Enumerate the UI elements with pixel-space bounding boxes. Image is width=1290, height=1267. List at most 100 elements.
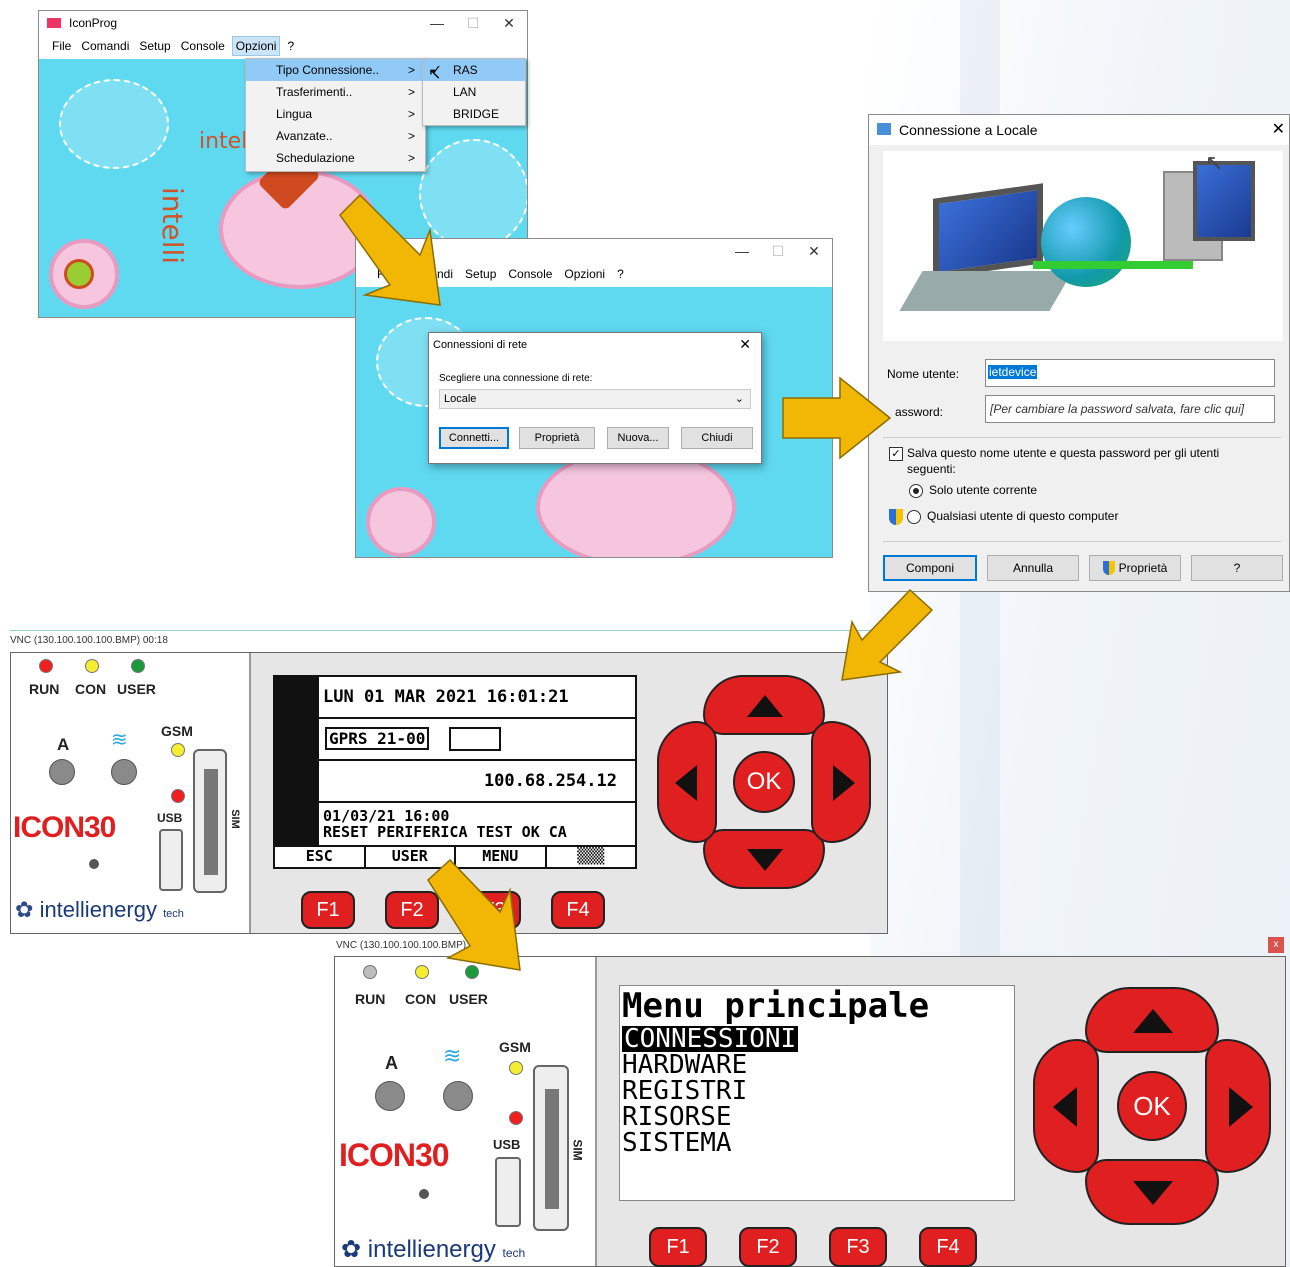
dial-button[interactable]: Componi xyxy=(883,555,977,581)
f4-button[interactable]: F4 xyxy=(919,1227,977,1267)
maximize-button[interactable]: ☐ xyxy=(760,243,796,260)
vnc-close-button[interactable]: x xyxy=(1268,937,1284,953)
menu-console[interactable]: Console xyxy=(505,265,555,283)
close-button[interactable]: ✕ xyxy=(491,15,527,32)
minimize-button[interactable]: — xyxy=(724,243,760,259)
f4-button[interactable]: F4 xyxy=(551,891,605,929)
chevron-right-icon: > xyxy=(407,129,415,143)
softkey-menu[interactable]: MENU xyxy=(456,847,547,867)
softkey-user[interactable]: USER xyxy=(366,847,456,867)
down-arrow-icon xyxy=(747,849,783,871)
properties-button[interactable]: Proprietà xyxy=(1089,555,1181,581)
radio-current-user[interactable] xyxy=(909,484,923,498)
help-button[interactable]: ? xyxy=(1191,555,1283,581)
nav-up-button[interactable] xyxy=(1085,987,1219,1053)
f1-button[interactable]: F1 xyxy=(649,1227,707,1267)
softkey-4[interactable]: ▒▒▒ xyxy=(547,847,636,867)
menu-item-connessioni[interactable]: CONNESSIONI xyxy=(622,1026,799,1052)
button-a-label: A xyxy=(385,1053,398,1073)
menu-opzioni[interactable]: Opzioni xyxy=(561,265,608,283)
menu-help[interactable]: ? xyxy=(614,265,627,283)
nav-right-button[interactable] xyxy=(1205,1039,1271,1173)
menu-item-avanzate[interactable]: Avanzate.. > xyxy=(246,125,425,147)
username-field[interactable]: ietdevice xyxy=(985,359,1275,387)
radio-any-user-label: Qualsiasi utente di questo computer xyxy=(927,509,1119,523)
menu-item-risorse[interactable]: RISORSE xyxy=(622,1104,732,1130)
close-button[interactable]: ✕ xyxy=(796,243,832,260)
separator xyxy=(883,437,1281,438)
menu-console[interactable]: Console xyxy=(178,37,228,55)
nav-ok-button[interactable]: OK xyxy=(1117,1071,1187,1141)
menu-comandi[interactable]: Comandi xyxy=(78,37,132,55)
button-wifi[interactable] xyxy=(111,759,137,785)
sim-label: SIM xyxy=(228,809,241,829)
menu-item-label: Lingua xyxy=(276,107,313,121)
chevron-right-icon: > xyxy=(407,63,415,77)
menu-comandi[interactable]: ndi xyxy=(434,265,456,283)
nav-ok-button[interactable]: OK xyxy=(733,751,795,813)
ok-label: OK xyxy=(746,768,782,795)
nav-right-button[interactable] xyxy=(811,721,871,843)
f3-button[interactable]: F3 xyxy=(829,1227,887,1267)
f2-button[interactable]: F2 xyxy=(739,1227,797,1267)
nav-left-button[interactable] xyxy=(657,721,717,843)
led-red xyxy=(171,789,185,803)
connect-button[interactable]: Connetti... xyxy=(439,427,509,449)
chevron-right-icon: > xyxy=(407,151,415,165)
button-a[interactable] xyxy=(375,1081,405,1111)
submenu-item-lan[interactable]: LAN xyxy=(423,81,525,103)
nav-left-button[interactable] xyxy=(1033,1039,1099,1173)
new-button[interactable]: Nuova... xyxy=(607,427,669,449)
connection-select-value: Locale xyxy=(444,393,477,405)
lcd-log-msg: RESET PERIFERICA TEST OK CA xyxy=(323,823,567,841)
radio-any-user[interactable] xyxy=(907,510,921,524)
menu-item-registri[interactable]: REGISTRI xyxy=(622,1078,747,1104)
button-a[interactable] xyxy=(49,759,75,785)
softkey-esc[interactable]: ESC xyxy=(275,847,366,867)
password-field[interactable]: [Per cambiare la password salvata, fare … xyxy=(985,395,1275,423)
menu-item-tipo-connessione[interactable]: Tipo Connessione.. > xyxy=(246,59,425,81)
menu-item-label: Avanzate.. xyxy=(276,129,333,143)
nav-down-button[interactable] xyxy=(703,829,825,889)
menu-opzioni[interactable]: Opzioni xyxy=(231,36,281,56)
menu-file[interactable]: Fi xyxy=(374,265,390,283)
vnc-title-2: VNC (130.100.100.100.BMP) 0 xyxy=(336,940,475,951)
minimize-button[interactable]: — xyxy=(419,15,455,31)
vnc-title-rule xyxy=(10,630,890,631)
company-name: intellienergy xyxy=(367,1236,496,1263)
company-sub: tech xyxy=(163,908,184,920)
nav-up-button[interactable] xyxy=(703,675,825,735)
menu-item-hardware[interactable]: HARDWARE xyxy=(622,1052,747,1078)
nav-down-button[interactable] xyxy=(1085,1159,1219,1225)
mouse-cursor-icon: ↖ xyxy=(1205,150,1224,175)
button-wifi[interactable] xyxy=(443,1081,473,1111)
save-checkbox[interactable]: ✓ xyxy=(889,447,903,461)
submenu-item-label: BRIDGE xyxy=(453,107,500,121)
close-button[interactable]: Chiudi xyxy=(681,427,753,449)
connection-illustration xyxy=(883,151,1283,341)
menu-setup[interactable]: Setup xyxy=(136,37,173,55)
maximize-button[interactable]: ☐ xyxy=(455,15,491,32)
submenu-item-bridge[interactable]: BRIDGE xyxy=(423,103,525,125)
cancel-button[interactable]: Annulla xyxy=(987,555,1079,581)
led-run xyxy=(39,659,53,673)
led-con-label: CON xyxy=(75,681,107,697)
properties-button[interactable]: Proprietà xyxy=(519,427,595,449)
f3-button[interactable]: F3 xyxy=(467,891,521,929)
save-label: Salva questo nome utente e questa passwo… xyxy=(907,445,1219,477)
username-value: ietdevice xyxy=(988,365,1038,379)
menu-item-sistema[interactable]: SISTEMA xyxy=(622,1130,732,1156)
menu-item-schedulazione[interactable]: Schedulazione > xyxy=(246,147,425,169)
lcd-row-gprs: GPRS 21-00 xyxy=(275,719,635,761)
menu-help[interactable]: ? xyxy=(284,37,297,55)
menu-file[interactable]: File xyxy=(49,37,74,55)
connection-select[interactable]: Locale ⌄ xyxy=(439,389,751,409)
f1-button[interactable]: F1 xyxy=(301,891,355,929)
f2-button[interactable]: F2 xyxy=(385,891,439,929)
close-icon[interactable]: ✕ xyxy=(739,336,751,353)
menu-item-lingua[interactable]: Lingua > xyxy=(246,103,425,125)
close-button[interactable]: ✕ xyxy=(1272,119,1285,139)
globe-icon xyxy=(1041,197,1131,287)
menu-setup[interactable]: Setup xyxy=(462,265,499,283)
menu-item-trasferimenti[interactable]: Trasferimenti.. > xyxy=(246,81,425,103)
